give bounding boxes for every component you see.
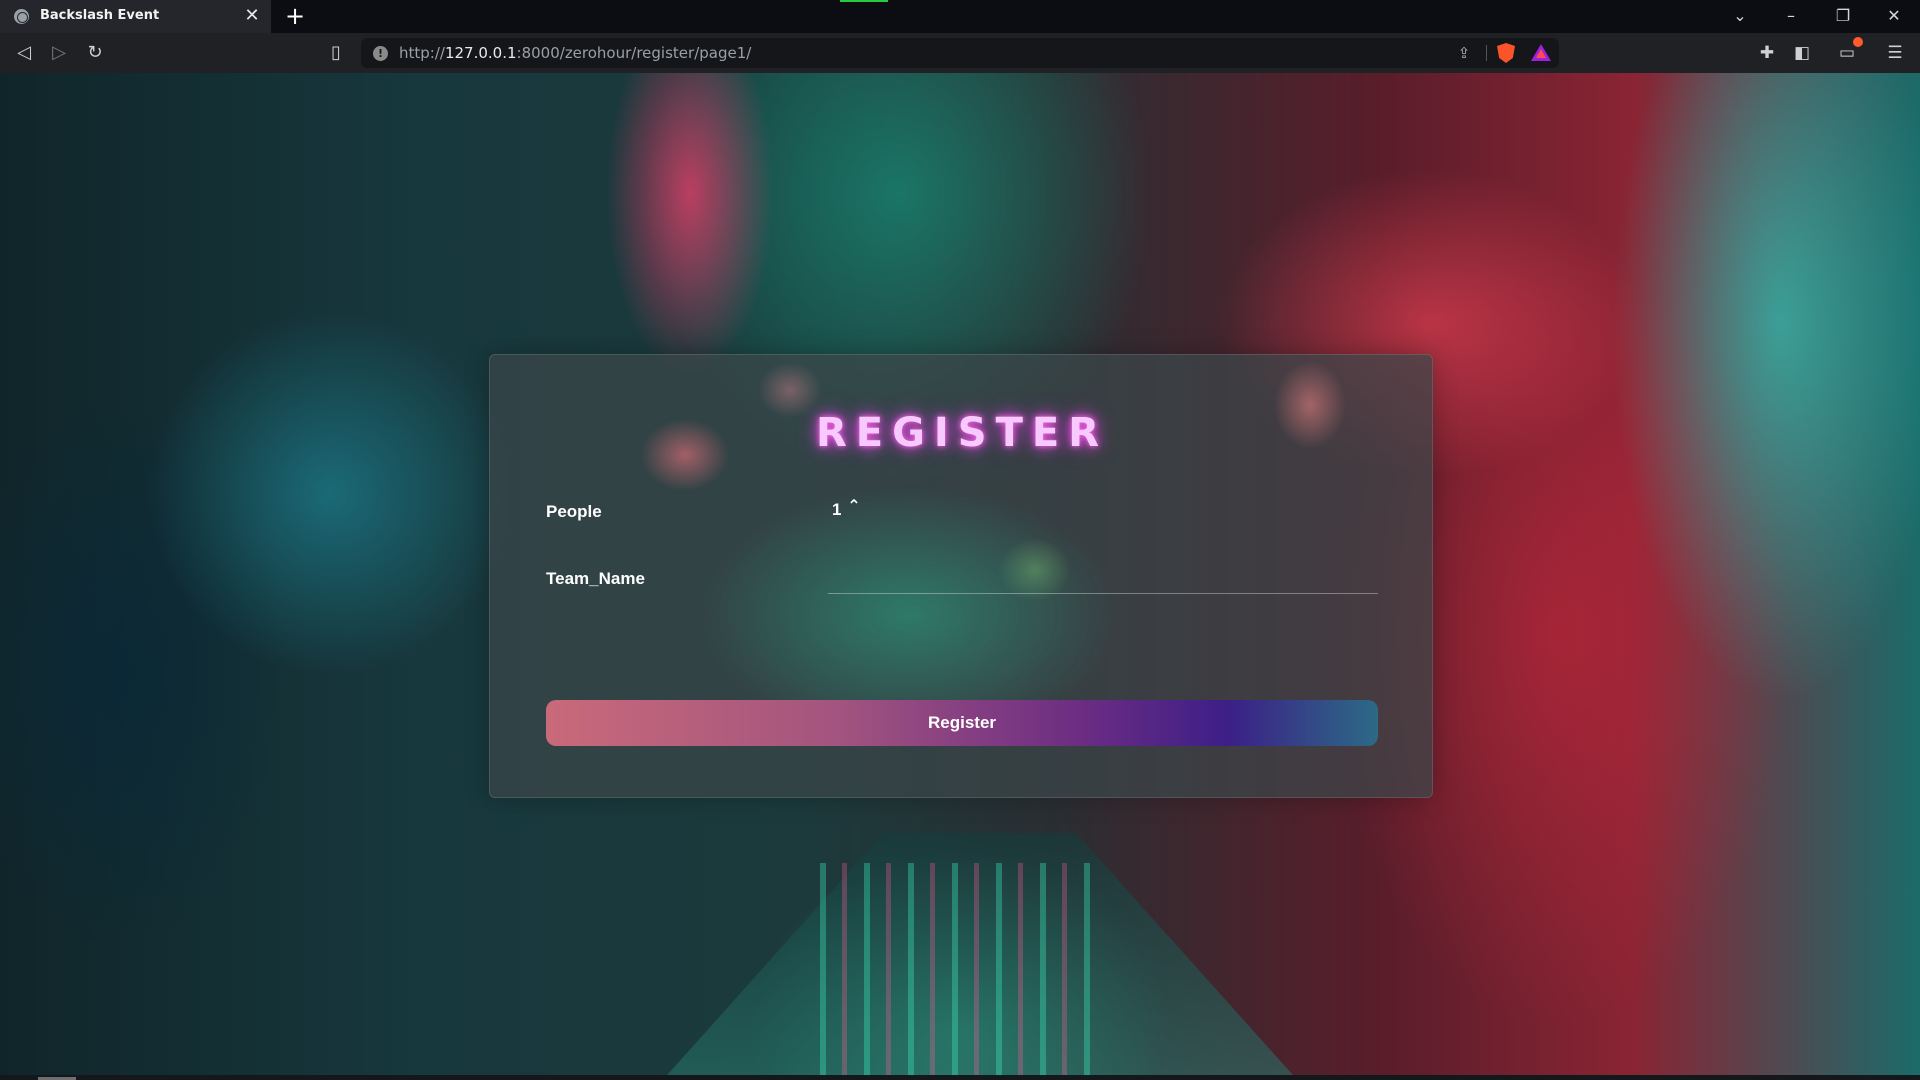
register-card: REGISTER People 1 ⌃ Team_Name Register: [489, 354, 1433, 798]
extensions-icon[interactable]: ✚: [1755, 41, 1779, 65]
forward-icon[interactable]: ▷: [47, 41, 71, 65]
register-heading: REGISTER: [815, 410, 1109, 456]
new-tab-button[interactable]: +: [283, 4, 307, 28]
back-icon[interactable]: ◁: [12, 41, 36, 65]
restore-icon[interactable]: ❐: [1829, 5, 1857, 27]
address-bar[interactable]: ! http://127.0.0.1:8000/zerohour/registe…: [361, 38, 1559, 68]
team-name-input[interactable]: [828, 560, 1378, 594]
page-background: REGISTER People 1 ⌃ Team_Name Register: [0, 73, 1920, 1080]
neon-reflection: [820, 863, 1100, 1080]
people-value[interactable]: 1: [832, 500, 841, 520]
notification-badge: [1853, 37, 1863, 47]
tab-close-icon[interactable]: ✕: [241, 5, 263, 27]
browser-tab[interactable]: Backslash Event ✕: [0, 0, 271, 33]
reload-icon[interactable]: ↻: [83, 41, 107, 65]
menu-icon[interactable]: ☰: [1883, 41, 1907, 65]
close-window-icon[interactable]: ✕: [1880, 5, 1908, 27]
browser-toolbar: ◁ ▷ ↻ ▯ ! http://127.0.0.1:8000/zerohour…: [0, 33, 1920, 73]
tab-search-icon[interactable]: ⌄: [1726, 5, 1754, 27]
loading-indicator: [840, 0, 888, 2]
url-text[interactable]: http://127.0.0.1:8000/zerohour/register/…: [399, 44, 751, 62]
divider: [1486, 45, 1487, 61]
bottom-strip: [0, 1075, 1920, 1080]
team-name-label: Team_Name: [546, 569, 645, 588]
tab-bar: Backslash Event ✕ + ⌄ – ❐ ✕: [0, 0, 1920, 33]
wallet-icon[interactable]: ▭: [1835, 37, 1863, 65]
brave-shields-icon[interactable]: [1497, 43, 1515, 63]
share-icon[interactable]: ⇪: [1455, 44, 1473, 62]
people-label: People: [546, 502, 602, 521]
register-button[interactable]: Register: [546, 700, 1378, 746]
site-info-icon[interactable]: !: [373, 46, 388, 61]
sidebar-icon[interactable]: ◧: [1790, 41, 1814, 65]
minimize-icon[interactable]: –: [1777, 5, 1805, 27]
bookmark-icon[interactable]: ▯: [324, 41, 348, 65]
chevron-up-icon[interactable]: ⌃: [843, 495, 865, 517]
brave-rewards-icon[interactable]: [1531, 44, 1551, 61]
globe-icon: [14, 9, 29, 24]
tab-title: Backslash Event: [40, 8, 160, 23]
